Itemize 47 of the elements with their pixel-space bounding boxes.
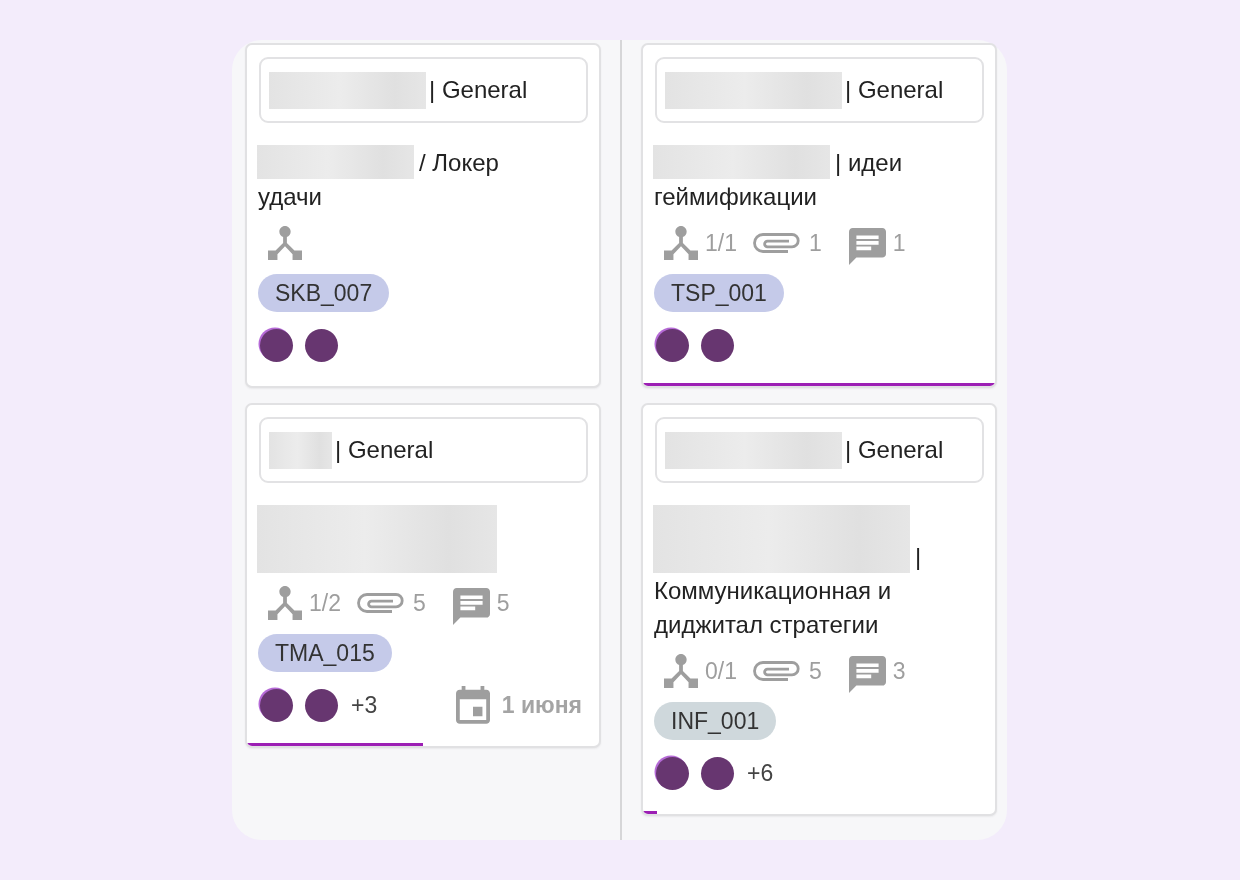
project-code-tag: INF_001 bbox=[654, 702, 777, 740]
avatar-icon bbox=[699, 755, 735, 791]
project-name: | General bbox=[845, 436, 944, 464]
paperclip-icon bbox=[752, 659, 802, 683]
comment-count: 1 bbox=[892, 229, 906, 257]
card-title: | Коммуникационная и диджитал стратегии bbox=[654, 505, 946, 642]
project-code-tag: TMA_015 bbox=[258, 634, 392, 672]
avatar-icon bbox=[654, 755, 690, 791]
subtask-count: 1/2 bbox=[309, 589, 341, 617]
hierarchy-icon bbox=[268, 586, 302, 620]
project-name: | General bbox=[335, 436, 434, 464]
hierarchy-icon bbox=[664, 654, 698, 688]
card-title: / Локер удачи bbox=[258, 145, 550, 214]
project-name: | General bbox=[429, 76, 528, 104]
comment-icon bbox=[452, 587, 490, 625]
task-card[interactable]: | General | идеи геймификации 1/1 1 1 TSP_001 bbox=[641, 43, 997, 388]
avatar-icon bbox=[258, 327, 294, 363]
subtask-count: 0/1 bbox=[705, 657, 737, 685]
due-date: 1 июня bbox=[501, 691, 582, 719]
calendar-icon bbox=[455, 686, 490, 724]
blurred-text bbox=[269, 431, 332, 469]
avatar-icon bbox=[303, 327, 339, 363]
avatar-icon bbox=[303, 687, 339, 723]
attachment-count: 1 bbox=[809, 229, 822, 257]
comment-icon bbox=[848, 227, 886, 265]
extra-assignee-count: +3 bbox=[351, 691, 378, 719]
hierarchy-icon bbox=[268, 226, 302, 260]
attachment-count: 5 bbox=[413, 589, 426, 617]
task-card[interactable]: | General / Локер удачи SKB_007 bbox=[245, 43, 601, 388]
paperclip-icon bbox=[356, 591, 406, 615]
project-code-tag: SKB_007 bbox=[258, 274, 390, 312]
avatar-icon bbox=[654, 327, 690, 363]
attachment-count: 5 bbox=[809, 657, 822, 685]
avatar-icon bbox=[258, 687, 294, 723]
comment-icon bbox=[848, 655, 886, 693]
task-card[interactable]: | General | Коммуникационная и диджитал стратегии 0/1 5 3 INF_001 +6 bbox=[641, 403, 997, 816]
avatar-icon bbox=[699, 327, 735, 363]
comment-count: 5 bbox=[496, 589, 510, 617]
task-card[interactable]: | General 1/2 5 5 TMA_015 +3 1 июня bbox=[245, 403, 601, 748]
paperclip-icon bbox=[752, 231, 802, 255]
comment-count: 3 bbox=[892, 657, 906, 685]
project-code-tag: TSP_001 bbox=[654, 274, 784, 312]
subtask-count: 1/1 bbox=[705, 229, 737, 257]
hierarchy-icon bbox=[664, 226, 698, 260]
extra-assignee-count: +6 bbox=[747, 759, 774, 787]
card-title: | идеи геймификации bbox=[654, 145, 946, 214]
project-name: | General bbox=[845, 76, 944, 104]
